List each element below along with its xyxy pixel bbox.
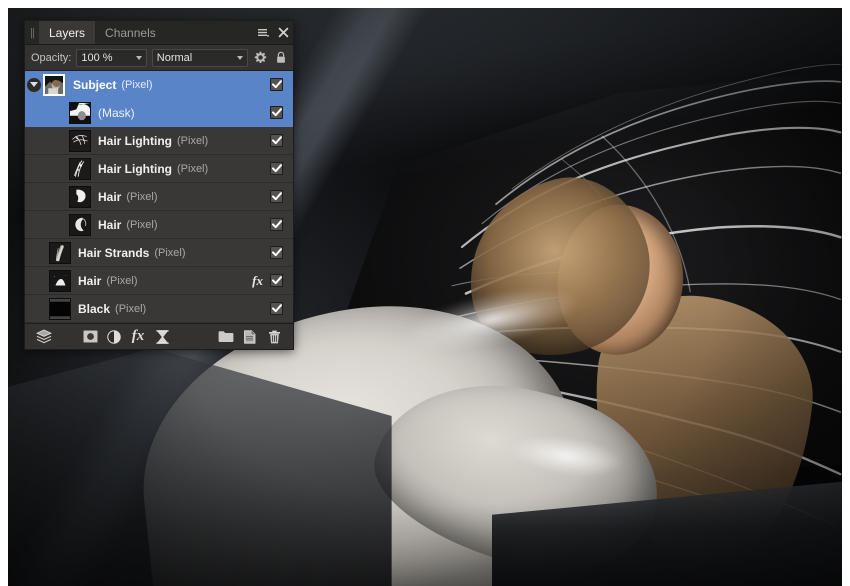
layer-kind: (Pixel): [121, 78, 153, 91]
layer-visibility-checkbox[interactable]: [270, 190, 283, 203]
tab-channels[interactable]: Channels: [95, 21, 166, 44]
layer-list[interactable]: Subject (Pixel) (Mask) Hair Lighting (Pi…: [25, 71, 293, 323]
expand-collapse-icon[interactable]: [25, 71, 43, 98]
layer-thumbnail[interactable]: [49, 297, 71, 320]
layer-name: Black: [78, 301, 111, 316]
opacity-input[interactable]: 100 %: [76, 48, 147, 67]
panel-close-icon[interactable]: [273, 21, 293, 44]
layer-visibility-checkbox[interactable]: [270, 302, 283, 315]
opacity-label: Opacity:: [31, 51, 72, 64]
layer-name: Hair Strands: [78, 245, 150, 260]
layer-row-black[interactable]: Black (Pixel): [25, 295, 293, 323]
layer-thumbnail[interactable]: [69, 185, 91, 208]
layer-name: Hair Lighting: [98, 161, 172, 176]
opacity-blend-row: Opacity: 100 % Normal: [25, 45, 293, 71]
layer-kind: (Pixel): [106, 274, 138, 287]
layer-stack-icon[interactable]: [32, 326, 56, 348]
layer-thumbnail[interactable]: [69, 129, 91, 152]
layer-name: Hair: [98, 217, 122, 232]
panel-footer-toolbar: fx: [25, 323, 293, 349]
layer-kind: (Pixel): [177, 134, 209, 147]
layer-row-mask[interactable]: (Mask): [25, 99, 293, 127]
blend-mode-value: Normal: [156, 51, 193, 64]
layer-visibility-checkbox[interactable]: [270, 134, 283, 147]
new-layer-icon[interactable]: [238, 326, 262, 348]
mask-thumbnail[interactable]: [69, 101, 91, 124]
opacity-value: 100 %: [81, 51, 113, 64]
layer-row-hair-strands[interactable]: Hair Strands (Pixel): [25, 239, 293, 267]
mask-visibility-checkbox[interactable]: [270, 106, 283, 119]
layer-row-hair-3[interactable]: Hair (Pixel) fx: [25, 267, 293, 295]
layer-thumbnail[interactable]: [69, 213, 91, 236]
layer-kind: (Pixel): [126, 218, 158, 231]
layer-effects-badge[interactable]: fx: [252, 273, 263, 289]
layer-name: Hair: [78, 273, 102, 288]
tab-layers[interactable]: Layers: [39, 21, 96, 44]
delete-layer-icon[interactable]: [262, 326, 286, 348]
layer-thumbnail[interactable]: [49, 241, 71, 264]
layer-kind: (Pixel): [177, 162, 209, 175]
chevron-down-icon: [236, 55, 243, 60]
layer-visibility-checkbox[interactable]: [270, 218, 283, 231]
layer-row-hair-2[interactable]: Hair (Pixel): [25, 211, 293, 239]
add-mask-icon[interactable]: [78, 326, 102, 348]
layer-thumbnail[interactable]: [69, 157, 91, 180]
lock-icon[interactable]: [273, 49, 289, 67]
layer-kind: (Pixel): [126, 190, 158, 203]
gear-icon[interactable]: [253, 49, 269, 67]
app-root: || Layers Channels Opacity: 100 % Normal…: [0, 0, 850, 586]
layers-panel[interactable]: || Layers Channels Opacity: 100 % Normal…: [24, 20, 294, 350]
live-filter-icon[interactable]: [150, 326, 174, 348]
layer-name: Hair Lighting: [98, 133, 172, 148]
panel-drag-handle[interactable]: ||: [25, 21, 39, 44]
layer-kind: (Pixel): [115, 302, 147, 315]
layer-row-subject[interactable]: Subject (Pixel): [25, 71, 293, 99]
layer-kind: (Pixel): [154, 246, 186, 259]
layer-visibility-checkbox[interactable]: [270, 78, 283, 91]
mask-label: (Mask): [98, 105, 135, 120]
layer-effects-icon[interactable]: fx: [126, 326, 150, 348]
blend-mode-select[interactable]: Normal: [151, 48, 248, 67]
panel-header: || Layers Channels: [25, 21, 293, 45]
layer-name: Subject: [73, 77, 117, 92]
chevron-down-icon: [135, 55, 142, 60]
layer-row-hair-1[interactable]: Hair (Pixel): [25, 183, 293, 211]
layer-thumbnail[interactable]: [43, 73, 65, 96]
layer-thumbnail[interactable]: [49, 269, 71, 292]
layer-visibility-checkbox[interactable]: [270, 246, 283, 259]
layer-row-hair-lighting-1[interactable]: Hair Lighting (Pixel): [25, 127, 293, 155]
layer-visibility-checkbox[interactable]: [270, 162, 283, 175]
layer-row-hair-lighting-2[interactable]: Hair Lighting (Pixel): [25, 155, 293, 183]
panel-menu-icon[interactable]: [253, 21, 273, 44]
new-group-icon[interactable]: [214, 326, 238, 348]
header-spacer: [166, 21, 253, 44]
layer-visibility-checkbox[interactable]: [270, 274, 283, 287]
adjustment-icon[interactable]: [102, 326, 126, 348]
layer-name: Hair: [98, 189, 122, 204]
